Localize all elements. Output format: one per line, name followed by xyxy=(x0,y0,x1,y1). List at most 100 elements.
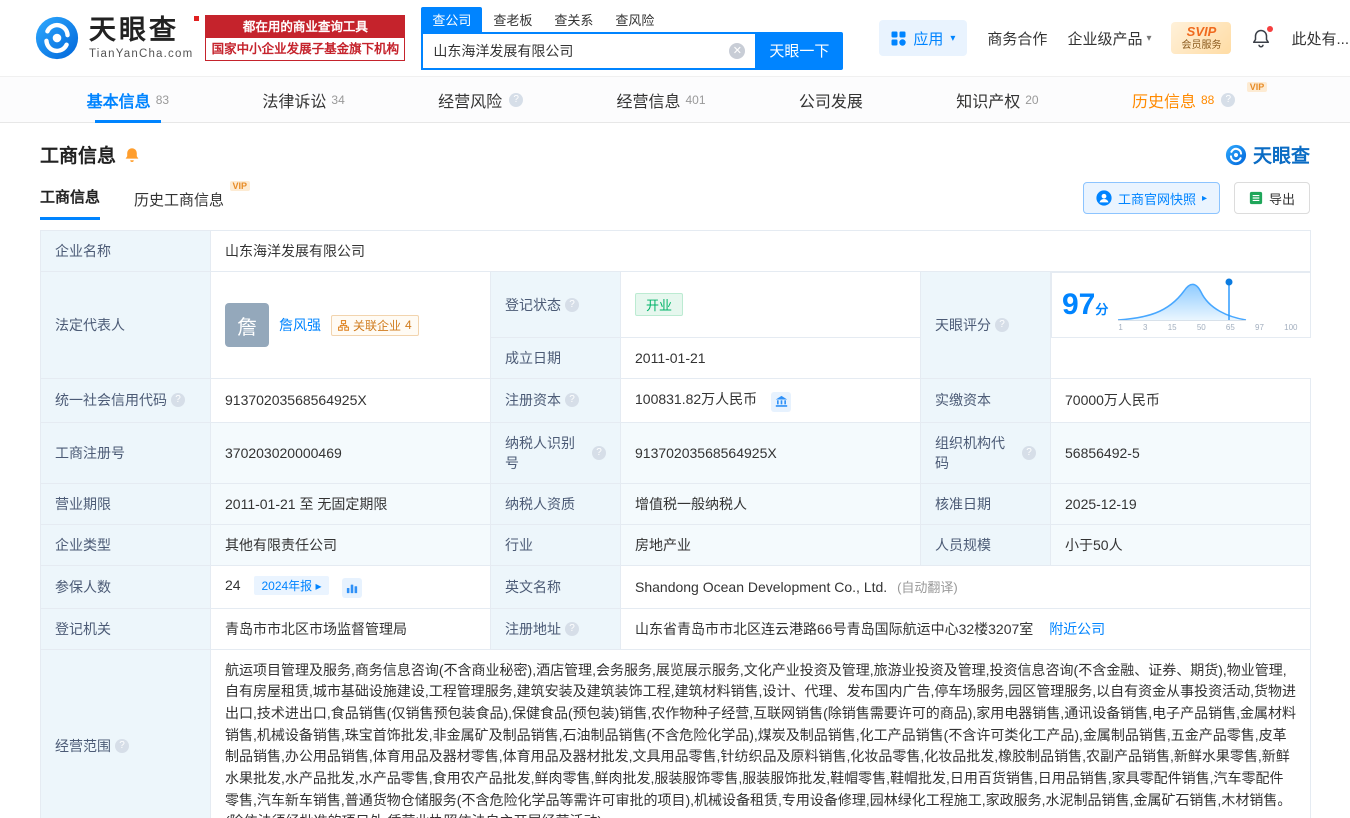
english-name-value: Shandong Ocean Development Co., Ltd. (自动… xyxy=(619,564,1312,609)
question-icon[interactable]: ? xyxy=(1022,445,1036,460)
tab-business-info[interactable]: 经营信息 401 xyxy=(616,77,705,122)
arrow-right-icon: ▸ xyxy=(1201,192,1207,204)
org-code-value: 56856492-5 xyxy=(1049,421,1312,484)
question-icon[interactable]: ? xyxy=(995,318,1009,333)
svip-member-badge[interactable]: SVIP 会员服务 xyxy=(1171,21,1232,55)
apps-grid-icon xyxy=(891,31,907,46)
question-icon[interactable]: ? xyxy=(509,92,524,107)
tab-history-info[interactable]: 历史信息 88 ? VIP xyxy=(1132,77,1268,122)
approval-date-label: 核准日期 xyxy=(920,482,1051,525)
insured-label: 参保人数 xyxy=(40,564,211,609)
company-type-value: 其他有限责任公司 xyxy=(210,523,491,566)
table-row: 企业名称 山东海洋发展有限公司 xyxy=(40,230,1312,272)
tab-business-risk[interactable]: 经营风险? xyxy=(438,77,524,122)
table-row: 营业期限 2011-01-21 至 无固定期限 纳税人资质 增值税一般纳税人 核… xyxy=(40,482,1312,525)
question-icon[interactable]: ? xyxy=(565,297,579,312)
clear-search-icon[interactable]: ✕ xyxy=(729,42,746,59)
monitor-bell-icon[interactable] xyxy=(124,147,140,163)
annual-report-badge[interactable]: 2024年报 ▸ xyxy=(254,575,329,595)
search-tab-risk[interactable]: 查风险 xyxy=(604,7,665,32)
table-row: 企业类型 其他有限责任公司 行业 房地产业 人员规模 小于50人 xyxy=(40,523,1312,566)
legal-rep-name-link[interactable]: 詹风强 xyxy=(279,315,321,335)
table-row: 工商注册号 370203020000469 纳税人识别号? 9137020356… xyxy=(40,421,1312,484)
search-tab-boss[interactable]: 查老板 xyxy=(482,7,543,32)
search-tabs: 查公司 查老板 查关系 查风险 xyxy=(421,6,843,32)
tab-company-development[interactable]: 公司发展 xyxy=(799,77,863,122)
official-snapshot-button[interactable]: 工商官网快照 ▸ xyxy=(1082,182,1220,214)
caret-down-icon: ▾ xyxy=(1146,32,1152,44)
reg-status-value: 开业 xyxy=(620,270,921,339)
business-scope-value: 航运项目管理及服务,商务信息咨询(不含商业秘密),酒店管理,会务服务,展览展示服… xyxy=(209,648,1312,818)
logo-red-dot xyxy=(194,15,200,21)
tab-basic-info[interactable]: 基本信息 83 xyxy=(87,77,169,122)
search-tab-company[interactable]: 查公司 xyxy=(421,6,483,32)
top-bar: 天眼查 TianYanCha.com 都在用的商业查询工具 国家中小企业发展子基… xyxy=(0,0,1350,76)
table-row: 参保人数 24 2024年报 ▸ 英文名称 Shandong Ocean Dev… xyxy=(40,564,1312,609)
taxpayer-id-value: 91370203568564925X xyxy=(620,421,921,484)
question-icon[interactable]: ? xyxy=(565,393,579,408)
reg-number-value: 370203020000469 xyxy=(210,421,491,484)
score-label: 天眼评分? xyxy=(920,270,1051,380)
insured-chart-icon[interactable] xyxy=(342,577,363,598)
table-row: 法定代表人 詹 詹风强 关联企业 4 登记状态 ? 开业 天眼评分 ? 97分 … xyxy=(40,270,1311,380)
paid-capital-value: 70000万人民币 xyxy=(1049,378,1312,423)
related-companies-tag[interactable]: 关联企业 4 xyxy=(331,314,419,336)
legal-rep-cell: 詹 詹风强 关联企业 4 xyxy=(210,270,491,380)
company-name-label: 企业名称 xyxy=(40,230,211,272)
watermark-logo-icon xyxy=(1225,144,1247,166)
business-cooperation-link[interactable]: 商务合作 xyxy=(987,28,1047,49)
establish-date-value: 2011-01-21 xyxy=(620,337,921,380)
business-term-value: 2011-01-21 至 无固定期限 xyxy=(210,482,491,525)
english-name-label: 英文名称 xyxy=(490,564,621,609)
question-icon[interactable]: ? xyxy=(565,621,579,636)
search-button[interactable]: 天眼一下 xyxy=(755,31,844,70)
tab-legal-litigation[interactable]: 法律诉讼 34 xyxy=(262,77,344,122)
notification-bell-icon[interactable] xyxy=(1251,26,1274,48)
question-icon[interactable]: ? xyxy=(592,445,606,460)
score-cell: 97分 13 15 50 65 97 100 xyxy=(1051,272,1311,338)
capital-detail-icon[interactable] xyxy=(771,391,792,412)
question-icon[interactable]: ? xyxy=(171,393,185,408)
notification-dot xyxy=(1267,26,1274,32)
credit-code-value: 91370203568564925X xyxy=(210,378,491,423)
tab-intellectual-property[interactable]: 知识产权 20 xyxy=(956,77,1038,122)
industry-label: 行业 xyxy=(490,523,621,566)
question-icon[interactable]: ? xyxy=(115,739,129,754)
nearby-companies-link[interactable]: 附近公司 xyxy=(1049,621,1105,637)
caret-down-icon: ▾ xyxy=(950,32,956,44)
user-menu[interactable]: 此处有... xyxy=(1291,28,1349,49)
reg-number-label: 工商注册号 xyxy=(40,421,211,484)
enterprise-product-link[interactable]: 企业级产品 ▾ xyxy=(1067,28,1151,49)
company-nav-tabs: 基本信息 83 法律诉讼 34 经营风险? 经营信息 401 公司发展 知识产权 20 … xyxy=(0,76,1350,123)
top-right-menu: 应用 ▾ 商务合作 企业级产品 ▾ SVIP 会员服务 此处有... xyxy=(879,20,1349,56)
logo-text: 天眼查 xyxy=(89,15,200,44)
staff-size-label: 人员规模 xyxy=(920,523,1051,566)
export-button[interactable]: 导出 xyxy=(1233,182,1310,214)
export-sheet-icon xyxy=(1249,191,1263,205)
insured-value: 24 2024年报 ▸ xyxy=(210,564,491,609)
company-type-label: 企业类型 xyxy=(40,523,211,566)
question-icon[interactable]: ? xyxy=(1221,92,1236,107)
auto-translate-note: (自动翻译) xyxy=(897,580,958,596)
score-chart-ticks: 13 15 50 65 97 100 xyxy=(1118,323,1298,332)
subtab-history-registration[interactable]: 历史工商信息 VIP xyxy=(134,181,251,220)
apps-button[interactable]: 应用 ▾ xyxy=(879,20,968,56)
section-title: 工商信息 xyxy=(40,146,117,167)
search-block: 查公司 查老板 查关系 查风险 ✕ 天眼一下 xyxy=(421,6,844,70)
reg-status-label: 登记状态? xyxy=(490,270,621,339)
search-input[interactable] xyxy=(421,31,756,70)
search-tab-relation[interactable]: 查关系 xyxy=(543,7,604,32)
taxpayer-id-label: 纳税人识别号? xyxy=(490,421,621,484)
address-label: 注册地址? xyxy=(490,607,621,650)
reg-authority-value: 青岛市市北区市场监督管理局 xyxy=(210,607,491,650)
status-badge: 开业 xyxy=(635,293,684,317)
subtab-business-registration[interactable]: 工商信息 xyxy=(40,186,101,220)
score-distribution-chart: 13 15 50 65 97 100 xyxy=(1116,277,1299,333)
taxpayer-quality-value: 增值税一般纳税人 xyxy=(620,482,921,525)
reg-capital-value: 100831.82万人民币 xyxy=(620,378,921,423)
vip-tag: VIP xyxy=(229,181,251,191)
legal-rep-avatar[interactable]: 詹 xyxy=(225,303,269,348)
promo-banner: 都在用的商业查询工具 国家中小企业发展子基金旗下机构 xyxy=(205,15,406,61)
tianyancha-logo[interactable]: 天眼查 TianYanCha.com xyxy=(34,15,200,61)
promo-line2: 国家中小企业发展子基金旗下机构 xyxy=(206,38,405,60)
